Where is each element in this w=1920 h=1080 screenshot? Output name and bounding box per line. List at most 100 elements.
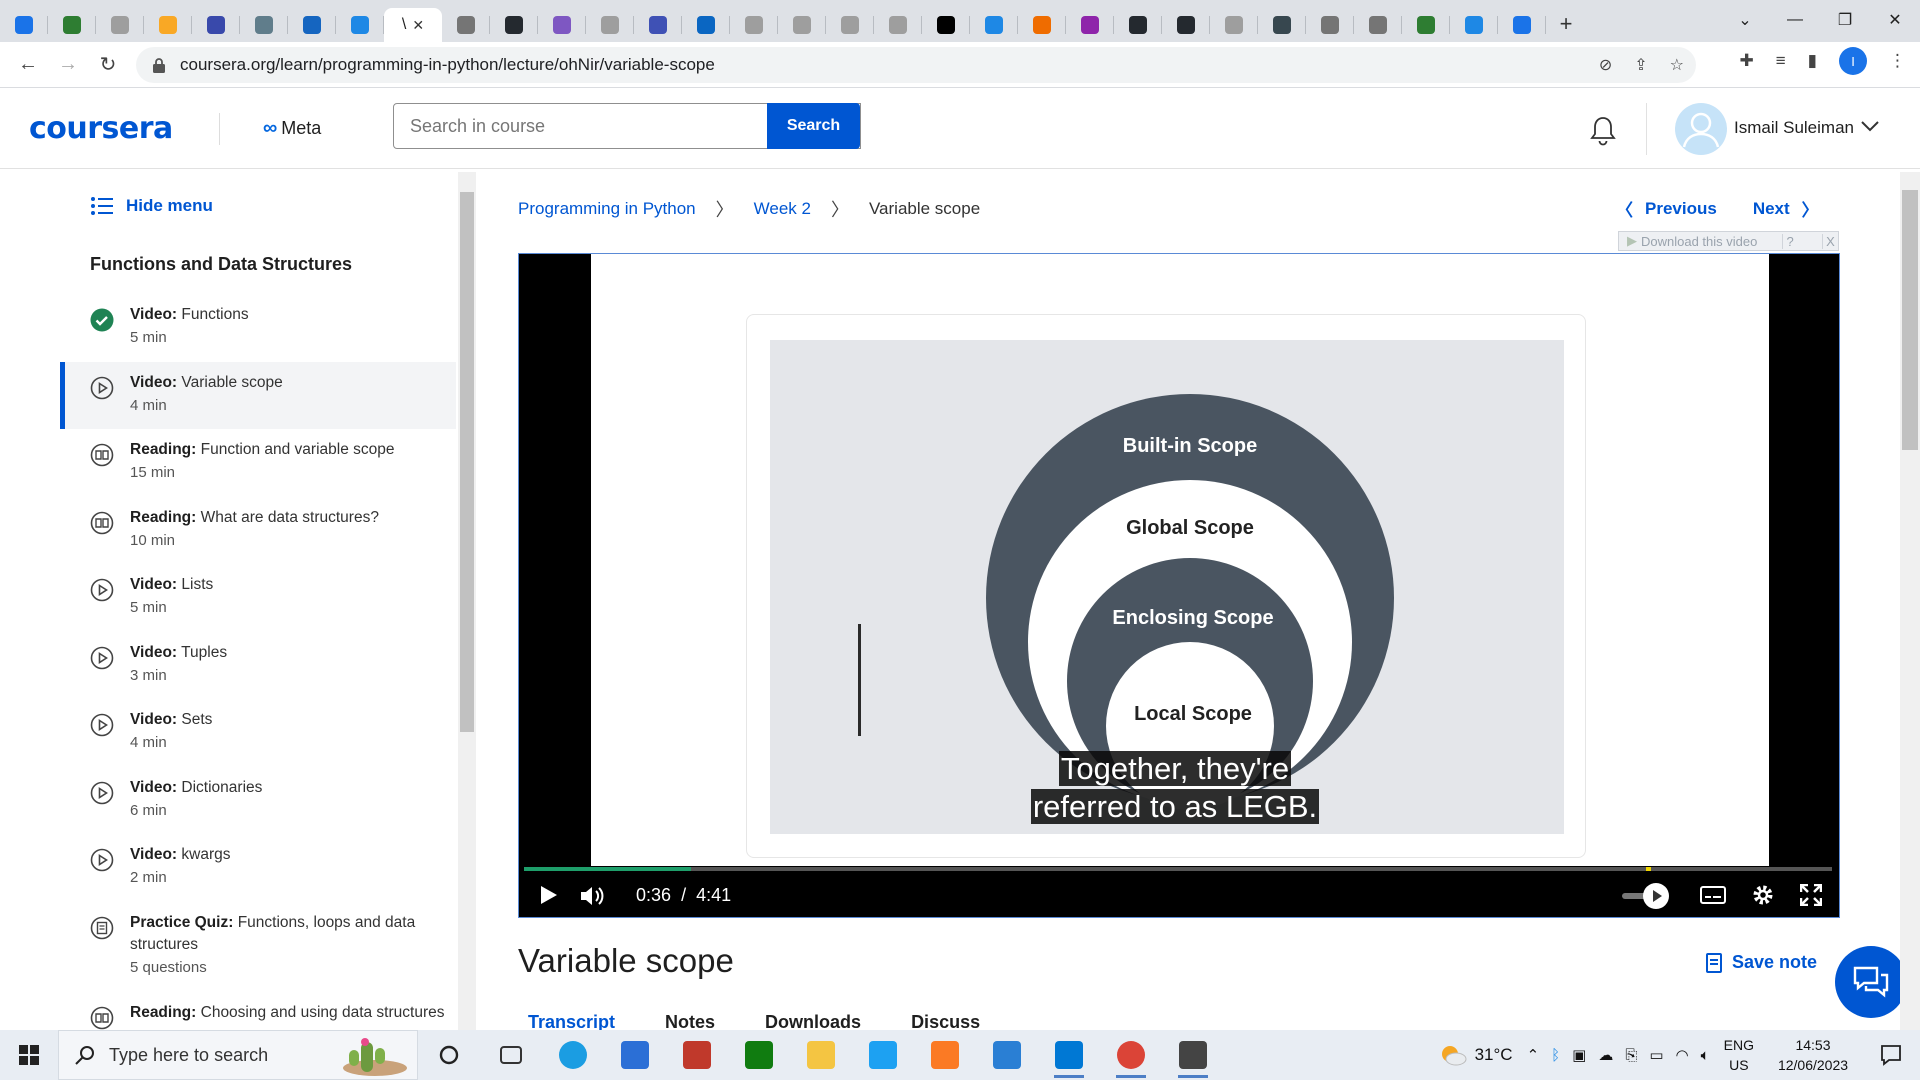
browser-tab[interactable] bbox=[1018, 8, 1066, 42]
browser-tab[interactable] bbox=[192, 8, 240, 42]
weather-temperature[interactable]: 31°C bbox=[1475, 1045, 1513, 1065]
chevron-down-icon[interactable] bbox=[1860, 119, 1880, 133]
close-window-button[interactable]: ✕ bbox=[1870, 0, 1920, 40]
taskbar-clock[interactable]: 14:53 12/06/2023 bbox=[1768, 1035, 1858, 1075]
hide-menu-button[interactable]: Hide menu bbox=[90, 196, 213, 216]
onedrive-icon[interactable]: ☁ bbox=[1598, 1046, 1613, 1064]
outline-item[interactable]: Video: kwargs 2 min bbox=[60, 834, 456, 902]
browser-tab[interactable] bbox=[490, 8, 538, 42]
settings-icon[interactable] bbox=[1162, 1030, 1224, 1080]
browser-tab[interactable] bbox=[144, 8, 192, 42]
browser-tab[interactable] bbox=[970, 8, 1018, 42]
twitter-icon[interactable] bbox=[852, 1030, 914, 1080]
previous-button[interactable]: 〈 Previous bbox=[1616, 196, 1717, 221]
mail-icon[interactable] bbox=[976, 1030, 1038, 1080]
back-button[interactable]: ← bbox=[8, 45, 48, 85]
browser-tab[interactable] bbox=[96, 8, 144, 42]
input-language[interactable]: ENG US bbox=[1724, 1035, 1754, 1075]
xbox-icon[interactable] bbox=[728, 1030, 790, 1080]
start-button[interactable] bbox=[0, 1030, 58, 1080]
browser-tab[interactable] bbox=[874, 8, 922, 42]
close-tab-icon[interactable]: ✕ bbox=[412, 17, 424, 34]
browser-tab[interactable] bbox=[1066, 8, 1114, 42]
outline-item[interactable]: Reading: Function and variable scope 15 m… bbox=[60, 429, 456, 497]
forward-button[interactable]: → bbox=[48, 45, 88, 85]
notification-bell-icon[interactable] bbox=[1588, 115, 1618, 147]
minimize-button[interactable]: — bbox=[1770, 0, 1820, 40]
browser-tab[interactable] bbox=[1498, 8, 1546, 42]
outline-item[interactable]: Reading: What are data structures? 10 min bbox=[60, 497, 456, 565]
file-explorer-icon[interactable] bbox=[790, 1030, 852, 1080]
browser-tab[interactable] bbox=[1114, 8, 1162, 42]
outline-item[interactable]: Video: Tuples 3 min bbox=[60, 632, 456, 700]
outline-item[interactable]: Video: Functions 5 min bbox=[60, 294, 456, 362]
breadcrumb-course-link[interactable]: Programming in Python bbox=[518, 199, 696, 219]
store-icon[interactable] bbox=[604, 1030, 666, 1080]
extensions-puzzle-icon[interactable]: ✚ bbox=[1739, 51, 1753, 71]
profile-avatar[interactable]: I bbox=[1839, 47, 1867, 75]
show-hidden-icons-chevron-icon[interactable]: ⌃ bbox=[1527, 1046, 1540, 1064]
download-close-button[interactable]: X bbox=[1821, 233, 1838, 249]
wifi-icon[interactable]: ◠ bbox=[1676, 1046, 1689, 1064]
new-tab-button[interactable]: + bbox=[1546, 7, 1586, 41]
next-button[interactable]: Next 〉 bbox=[1753, 196, 1819, 221]
outline-item[interactable]: Reading: Choosing and using data structu… bbox=[60, 992, 456, 1031]
browser-tab[interactable] bbox=[1258, 8, 1306, 42]
eye-off-icon[interactable]: ⊘ bbox=[1599, 55, 1612, 75]
sidebar-scrollbar-thumb[interactable] bbox=[460, 192, 474, 732]
browser-tab[interactable] bbox=[538, 8, 586, 42]
side-panel-icon[interactable]: ▮ bbox=[1808, 51, 1817, 71]
battery-icon[interactable]: ▭ bbox=[1649, 1046, 1663, 1064]
address-bar[interactable]: coursera.org/learn/programming-in-python… bbox=[136, 47, 1696, 83]
volume-tray-icon[interactable]: 🔈︎ bbox=[1701, 1047, 1710, 1064]
browser-tab[interactable] bbox=[1162, 8, 1210, 42]
user-avatar[interactable] bbox=[1675, 103, 1727, 155]
meet-now-icon[interactable]: ▣ bbox=[1572, 1046, 1586, 1064]
browser-tab[interactable] bbox=[48, 8, 96, 42]
coursera-logo[interactable]: coursera bbox=[29, 111, 173, 146]
browser-tab[interactable] bbox=[1306, 8, 1354, 42]
chrome-icon[interactable] bbox=[1100, 1030, 1162, 1080]
taskbar-search-box[interactable]: Type here to search bbox=[58, 1030, 418, 1080]
chat-help-button[interactable] bbox=[1835, 946, 1907, 1018]
browser-tab[interactable] bbox=[826, 8, 874, 42]
browser-tab[interactable] bbox=[336, 8, 384, 42]
browser-tab[interactable] bbox=[682, 8, 730, 42]
task-view-icon[interactable] bbox=[480, 1030, 542, 1080]
bookmark-star-icon[interactable]: ☆ bbox=[1670, 55, 1684, 75]
app-icon[interactable] bbox=[666, 1030, 728, 1080]
browser-tab[interactable] bbox=[1354, 8, 1402, 42]
reading-list-icon[interactable]: ≡ bbox=[1776, 51, 1786, 71]
share-icon[interactable]: ⇪ bbox=[1634, 55, 1647, 75]
browser-menu-icon[interactable]: ⋮ bbox=[1889, 51, 1906, 71]
browser-tab[interactable] bbox=[1210, 8, 1258, 42]
outline-item[interactable]: Video: Lists 5 min bbox=[60, 564, 456, 632]
bluetooth-icon[interactable]: ᛒ bbox=[1551, 1047, 1560, 1064]
save-note-button[interactable]: Save note bbox=[1706, 952, 1817, 973]
restore-button[interactable]: ❐ bbox=[1820, 0, 1870, 40]
page-scrollbar-thumb[interactable] bbox=[1902, 190, 1918, 450]
outline-item[interactable]: Video: Variable scope 4 min bbox=[60, 361, 456, 429]
browser-tab[interactable] bbox=[1450, 8, 1498, 42]
browser-tab[interactable] bbox=[0, 8, 48, 42]
browser-tab[interactable] bbox=[240, 8, 288, 42]
tab-search-chevron-icon[interactable]: ⌄ bbox=[1720, 0, 1770, 40]
outline-item[interactable]: Video: Dictionaries 6 min bbox=[60, 767, 456, 835]
browser-tab[interactable] bbox=[586, 8, 634, 42]
reload-button[interactable]: ↻ bbox=[88, 45, 128, 85]
device-icon[interactable]: ⎘ bbox=[1625, 1047, 1637, 1064]
download-video-bar[interactable]: ▶ Download this video ? X bbox=[1618, 231, 1839, 251]
browser-tab[interactable] bbox=[922, 8, 970, 42]
vscode-icon[interactable] bbox=[1038, 1030, 1100, 1080]
user-name[interactable]: Ismail Suleiman bbox=[1734, 118, 1854, 138]
browser-tab[interactable] bbox=[288, 8, 336, 42]
active-browser-tab[interactable]: \ ✕ bbox=[384, 8, 442, 42]
browser-tab[interactable] bbox=[730, 8, 778, 42]
outline-item[interactable]: Practice Quiz: Functions, loops and data… bbox=[60, 902, 456, 992]
browser-tab[interactable] bbox=[778, 8, 826, 42]
browser-tab[interactable] bbox=[1402, 8, 1450, 42]
cortana-icon[interactable] bbox=[418, 1030, 480, 1080]
xampp-icon[interactable] bbox=[914, 1030, 976, 1080]
breadcrumb-week-link[interactable]: Week 2 bbox=[754, 199, 811, 219]
browser-tab[interactable] bbox=[442, 8, 490, 42]
